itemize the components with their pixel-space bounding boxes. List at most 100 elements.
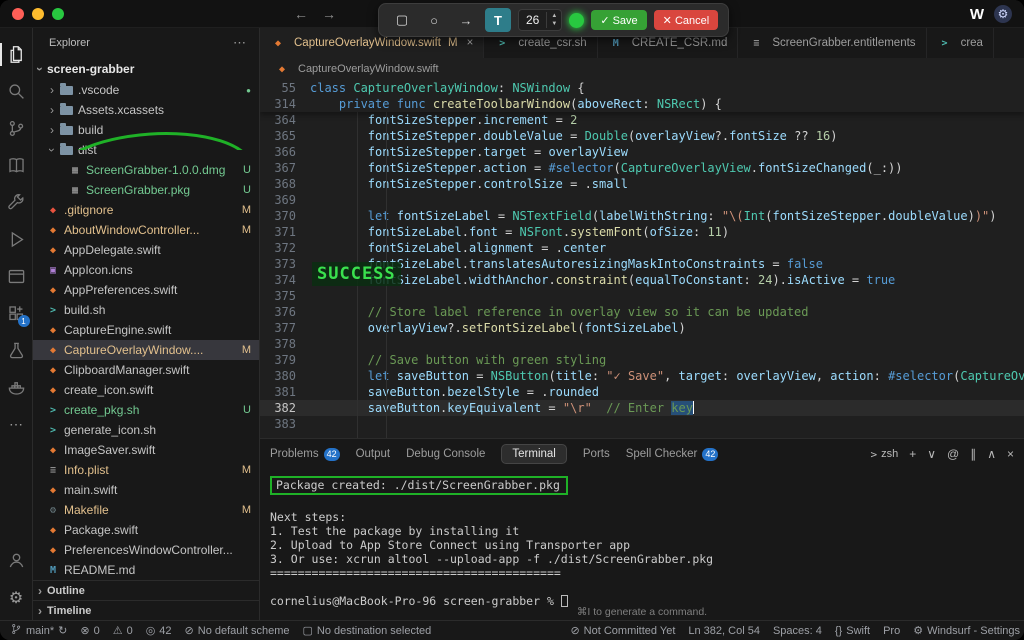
zoom-button[interactable] [52,8,64,20]
breadcrumb[interactable]: ◆ CaptureOverlayWindow.swift [260,58,1024,80]
windsurf-settings[interactable]: ⚙Windsurf - Settings [913,624,1020,637]
activity-item-run-debug[interactable] [0,221,33,258]
activity-item-beaker[interactable] [0,332,33,369]
item-label: Assets.xcassets [78,103,251,117]
split-terminal-icon[interactable]: ∥ [970,447,976,461]
panel-tab-debug-console[interactable]: Debug Console [406,448,485,460]
swift-file-icon: ◆ [46,325,60,336]
branch-status[interactable]: main*↻ [10,623,67,638]
maximize-panel-icon[interactable]: ∧ [987,447,996,461]
spell-checker-count[interactable]: ◎42 [146,624,172,637]
panel-tab-spell-checker[interactable]: Spell Checker42 [626,448,719,461]
minimize-button[interactable] [32,8,44,20]
nav-forward-icon[interactable]: → [322,6,336,22]
close-button[interactable] [12,8,24,20]
activity-item-extensions[interactable]: 1 [0,295,33,332]
warnings-count[interactable]: ⚠0 [113,624,133,637]
more-actions-icon[interactable]: ⋯ [233,35,247,51]
text-tool-icon[interactable]: T [485,8,511,32]
file-row[interactable]: ◆ImageSaver.swift [33,440,259,460]
file-row[interactable]: >create_pkg.shU [33,400,259,420]
indentation[interactable]: Spaces: 4 [773,625,822,637]
activity-item-wrench[interactable] [0,184,33,221]
sidebar-section-timeline[interactable]: ›Timeline [33,600,259,620]
code-line: 368 fontSizeStepper.controlSize = .small [260,176,1024,192]
close-panel-icon[interactable]: × [1007,447,1014,461]
scheme-status[interactable]: ⊘No default scheme [185,624,290,637]
panel-tab-label: Problems [270,448,319,460]
activity-item-more[interactable]: ⋯ [0,406,33,443]
activity-item-remote-window[interactable] [0,258,33,295]
file-row[interactable]: ◆main.swift [33,480,259,500]
color-swatch[interactable] [569,13,584,28]
file-row[interactable]: MREADME.md [33,560,259,580]
nav-back-icon[interactable]: ← [294,6,308,22]
panel-tab-output[interactable]: Output [356,448,391,460]
sidebar-section-outline[interactable]: ›Outline [33,580,259,600]
file-row[interactable]: ◆create_icon.swift [33,380,259,400]
file-row[interactable]: ≡Info.plistM [33,460,259,480]
stepper-up-icon[interactable]: ▲ [547,12,561,20]
folder-row[interactable]: ›dist [33,140,259,160]
arrow-tool-icon[interactable]: → [453,8,479,32]
activity-item-account[interactable] [0,542,33,579]
rect-tool-icon[interactable]: ▢ [389,8,415,32]
code-text: class CaptureOverlayWindow: NSWindow { [310,80,1024,96]
file-row[interactable]: >build.sh [33,300,259,320]
menu-bar-app-icon[interactable]: ⚙ [994,5,1012,23]
activity-item-containers[interactable] [0,369,33,406]
panel-tab-ports[interactable]: Ports [583,448,610,460]
file-row[interactable]: ◆CaptureOverlayWindow....M [33,340,259,360]
cursor-position[interactable]: Ln 382, Col 54 [688,625,760,637]
terminal[interactable]: Package created: ./dist/ScreenGrabber.pk… [260,469,1024,620]
file-row[interactable]: ⚙MakefileM [33,500,259,520]
warning-icon: ⚠ [113,624,123,637]
activity-item-explorer[interactable] [0,36,33,73]
file-row[interactable]: ◆AboutWindowController...M [33,220,259,240]
font-size-stepper[interactable]: 26 ▲ ▼ [518,9,562,31]
file-row[interactable]: ◆Package.swift [33,520,259,540]
tree-root-folder[interactable]: ›screen-grabber [33,58,259,80]
file-row[interactable]: ▦ScreenGrabber-1.0.0.dmgU [33,160,259,180]
save-button[interactable]: ✓ Save [591,10,646,30]
file-row[interactable]: ▣AppIcon.icns [33,260,259,280]
stepper-down-icon[interactable]: ▼ [547,20,561,28]
activity-item-source-control[interactable] [0,110,33,147]
language-mode[interactable]: {}Swift [835,625,870,637]
section-label: Timeline [47,605,91,617]
destination-status[interactable]: ▢No destination selected [302,624,431,637]
editor-tab[interactable]: ≡ScreenGrabber.entitlements [738,28,926,58]
run-recent-command-icon[interactable]: @ [947,447,959,461]
panel-tab-problems[interactable]: Problems42 [270,448,340,461]
pro-badge[interactable]: Pro [883,625,900,637]
file-row[interactable]: ◆ClipboardManager.swift [33,360,259,380]
errors-count[interactable]: ⊗0 [80,624,99,637]
ellipse-tool-icon[interactable]: ○ [421,8,447,32]
code-editor[interactable]: 55class CaptureOverlayWindow: NSWindow {… [260,80,1024,438]
file-row[interactable]: ◆AppPreferences.swift [33,280,259,300]
editor-tab[interactable]: >crea [927,28,994,58]
launch-profile-chevron-icon[interactable]: ∨ [927,447,936,461]
activity-item-search[interactable] [0,73,33,110]
cancel-button[interactable]: ✕ Cancel [654,10,719,30]
commit-status[interactable]: ⊘Not Committed Yet [570,624,675,637]
file-row[interactable]: ◆AppDelegate.swift [33,240,259,260]
file-row[interactable]: ◆CaptureEngine.swift [33,320,259,340]
activity-item-book[interactable] [0,147,33,184]
file-row[interactable]: >generate_icon.sh [33,420,259,440]
panel-tab-terminal[interactable]: Terminal [501,444,566,464]
new-terminal-icon[interactable]: + [909,447,916,461]
folder-row[interactable]: ›.vscode● [33,80,259,100]
file-row[interactable]: ◆PreferencesWindowController... [33,540,259,560]
file-row[interactable]: ▦ScreenGrabber.pkgU [33,180,259,200]
activity-item-settings[interactable]: ⚙ [0,579,33,616]
close-icon[interactable]: × [467,37,474,49]
sticky-scroll: 55class CaptureOverlayWindow: NSWindow {… [260,80,1024,112]
folder-row[interactable]: ›Assets.xcassets [33,100,259,120]
folder-row[interactable]: ›build [33,120,259,140]
terminal-shell-selector[interactable]: >zsh [870,448,898,461]
file-row[interactable]: ◆.gitignoreM [33,200,259,220]
item-label: dist [78,143,251,157]
item-label: Makefile [64,503,236,517]
code-text: fontSizeStepper.doubleValue = Double(ove… [310,128,1024,144]
